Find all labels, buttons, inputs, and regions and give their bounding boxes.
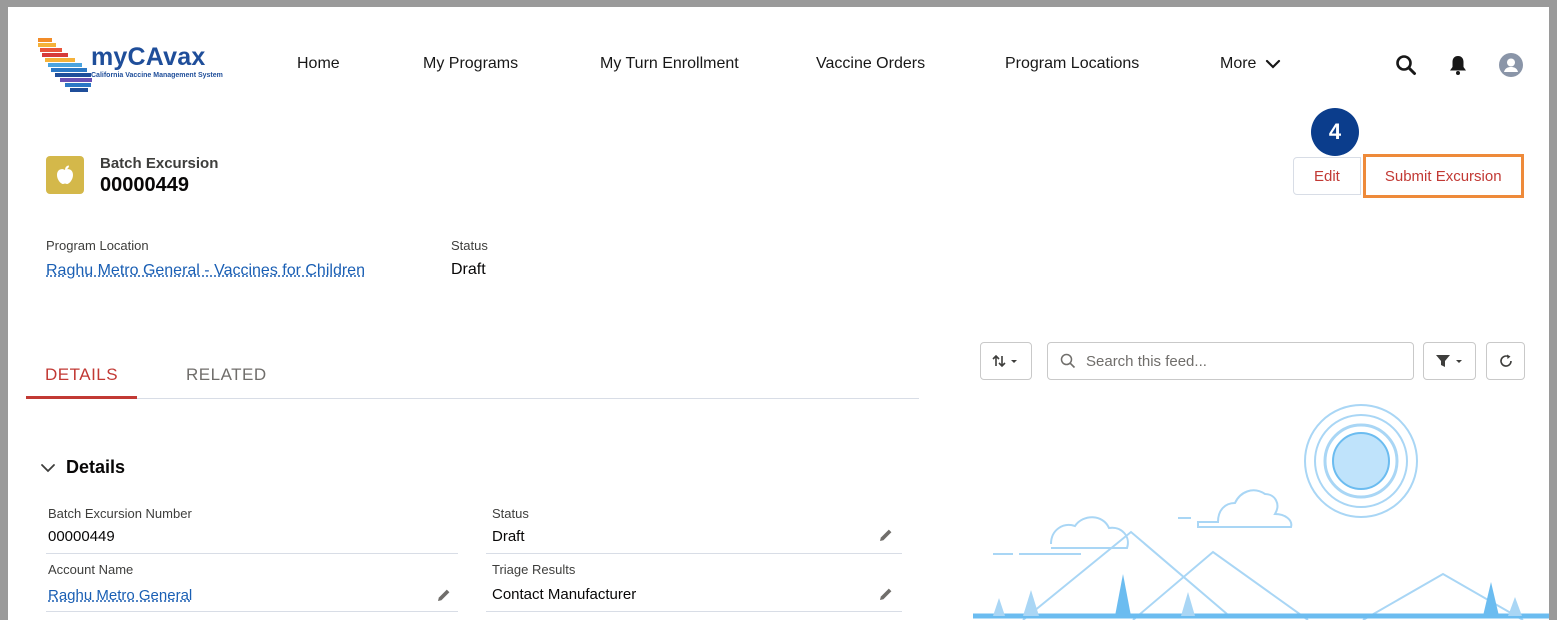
nav-program-locations[interactable]: Program Locations (1005, 55, 1139, 73)
edit-button[interactable]: Edit (1293, 157, 1361, 195)
search-icon (1060, 353, 1076, 369)
nav-more-label: More (1220, 55, 1257, 72)
pencil-edit-icon[interactable] (878, 586, 894, 602)
active-tab-indicator (26, 396, 137, 399)
filter-funnel-icon (1435, 355, 1462, 367)
field-value: Draft (492, 528, 525, 545)
chevron-down-icon (1265, 59, 1281, 69)
feed-search-box (1047, 342, 1414, 380)
refresh-icon (1499, 354, 1512, 367)
empty-feed-illustration (973, 404, 1549, 620)
nav-my-turn-enrollment[interactable]: My Turn Enrollment (600, 55, 739, 73)
field-value: 00000449 (48, 528, 115, 545)
pencil-edit-icon[interactable] (878, 527, 894, 543)
field-label: Triage Results (492, 562, 576, 577)
feed-refresh-button[interactable] (1486, 342, 1525, 380)
detail-field-status: Status Draft (486, 504, 902, 554)
field-label: Status (492, 506, 529, 521)
tab-related[interactable]: RELATED (186, 365, 267, 385)
feed-sort-button[interactable] (980, 342, 1032, 380)
feed-search-input[interactable] (1086, 352, 1386, 370)
record-tabs: DETAILS RELATED (26, 349, 919, 399)
detail-field-triage-results: Triage Results Contact Manufacturer (486, 560, 902, 612)
feed-filter-button[interactable] (1423, 342, 1476, 380)
pencil-edit-icon[interactable] (436, 587, 452, 603)
record-name: 00000449 (100, 174, 189, 196)
program-location-link[interactable]: Raghu Metro General - Vaccines for Child… (46, 262, 365, 280)
logo-subtitle: California Vaccine Management System (91, 72, 223, 79)
nav-more[interactable]: More (1220, 55, 1281, 73)
nav-home[interactable]: Home (297, 55, 340, 73)
step-number-badge: 4 (1311, 108, 1359, 156)
status-label: Status (451, 238, 488, 253)
sort-arrows-icon (992, 354, 1017, 368)
program-location-label: Program Location (46, 238, 149, 253)
chevron-down-icon (41, 463, 55, 472)
app-frame: myCAvax California Vaccine Management Sy… (8, 7, 1549, 620)
apple-icon (57, 165, 73, 184)
batch-excursion-icon (46, 156, 84, 194)
nav-my-programs[interactable]: My Programs (423, 55, 518, 73)
nav-vaccine-orders[interactable]: Vaccine Orders (816, 55, 925, 73)
tab-details[interactable]: DETAILS (45, 365, 118, 385)
details-section-title: Details (66, 457, 126, 477)
record-type-label: Batch Excursion (100, 155, 219, 172)
status-value: Draft (451, 261, 486, 278)
submit-excursion-button[interactable]: Submit Excursion (1362, 154, 1524, 198)
detail-field-account-name: Account Name Raghu Metro General (46, 560, 458, 612)
mycavax-logo[interactable]: myCAvax California Vaccine Management Sy… (36, 37, 246, 97)
user-avatar-icon[interactable] (1499, 53, 1523, 77)
detail-field-batch-excursion-number: Batch Excursion Number 00000449 (46, 504, 458, 554)
notification-bell-icon[interactable] (1446, 53, 1470, 77)
field-label: Account Name (48, 562, 134, 577)
field-label: Batch Excursion Number (48, 506, 192, 521)
logo-title: myCAvax (91, 43, 206, 71)
california-state-icon (38, 38, 92, 92)
search-icon[interactable] (1394, 53, 1418, 77)
record-action-buttons: Edit Submit Excursion (1293, 154, 1524, 198)
global-header: myCAvax California Vaccine Management Sy… (8, 7, 1549, 117)
account-name-link[interactable]: Raghu Metro General (48, 587, 192, 604)
details-section-toggle[interactable]: Details (40, 457, 125, 478)
field-value: Contact Manufacturer (492, 586, 637, 603)
